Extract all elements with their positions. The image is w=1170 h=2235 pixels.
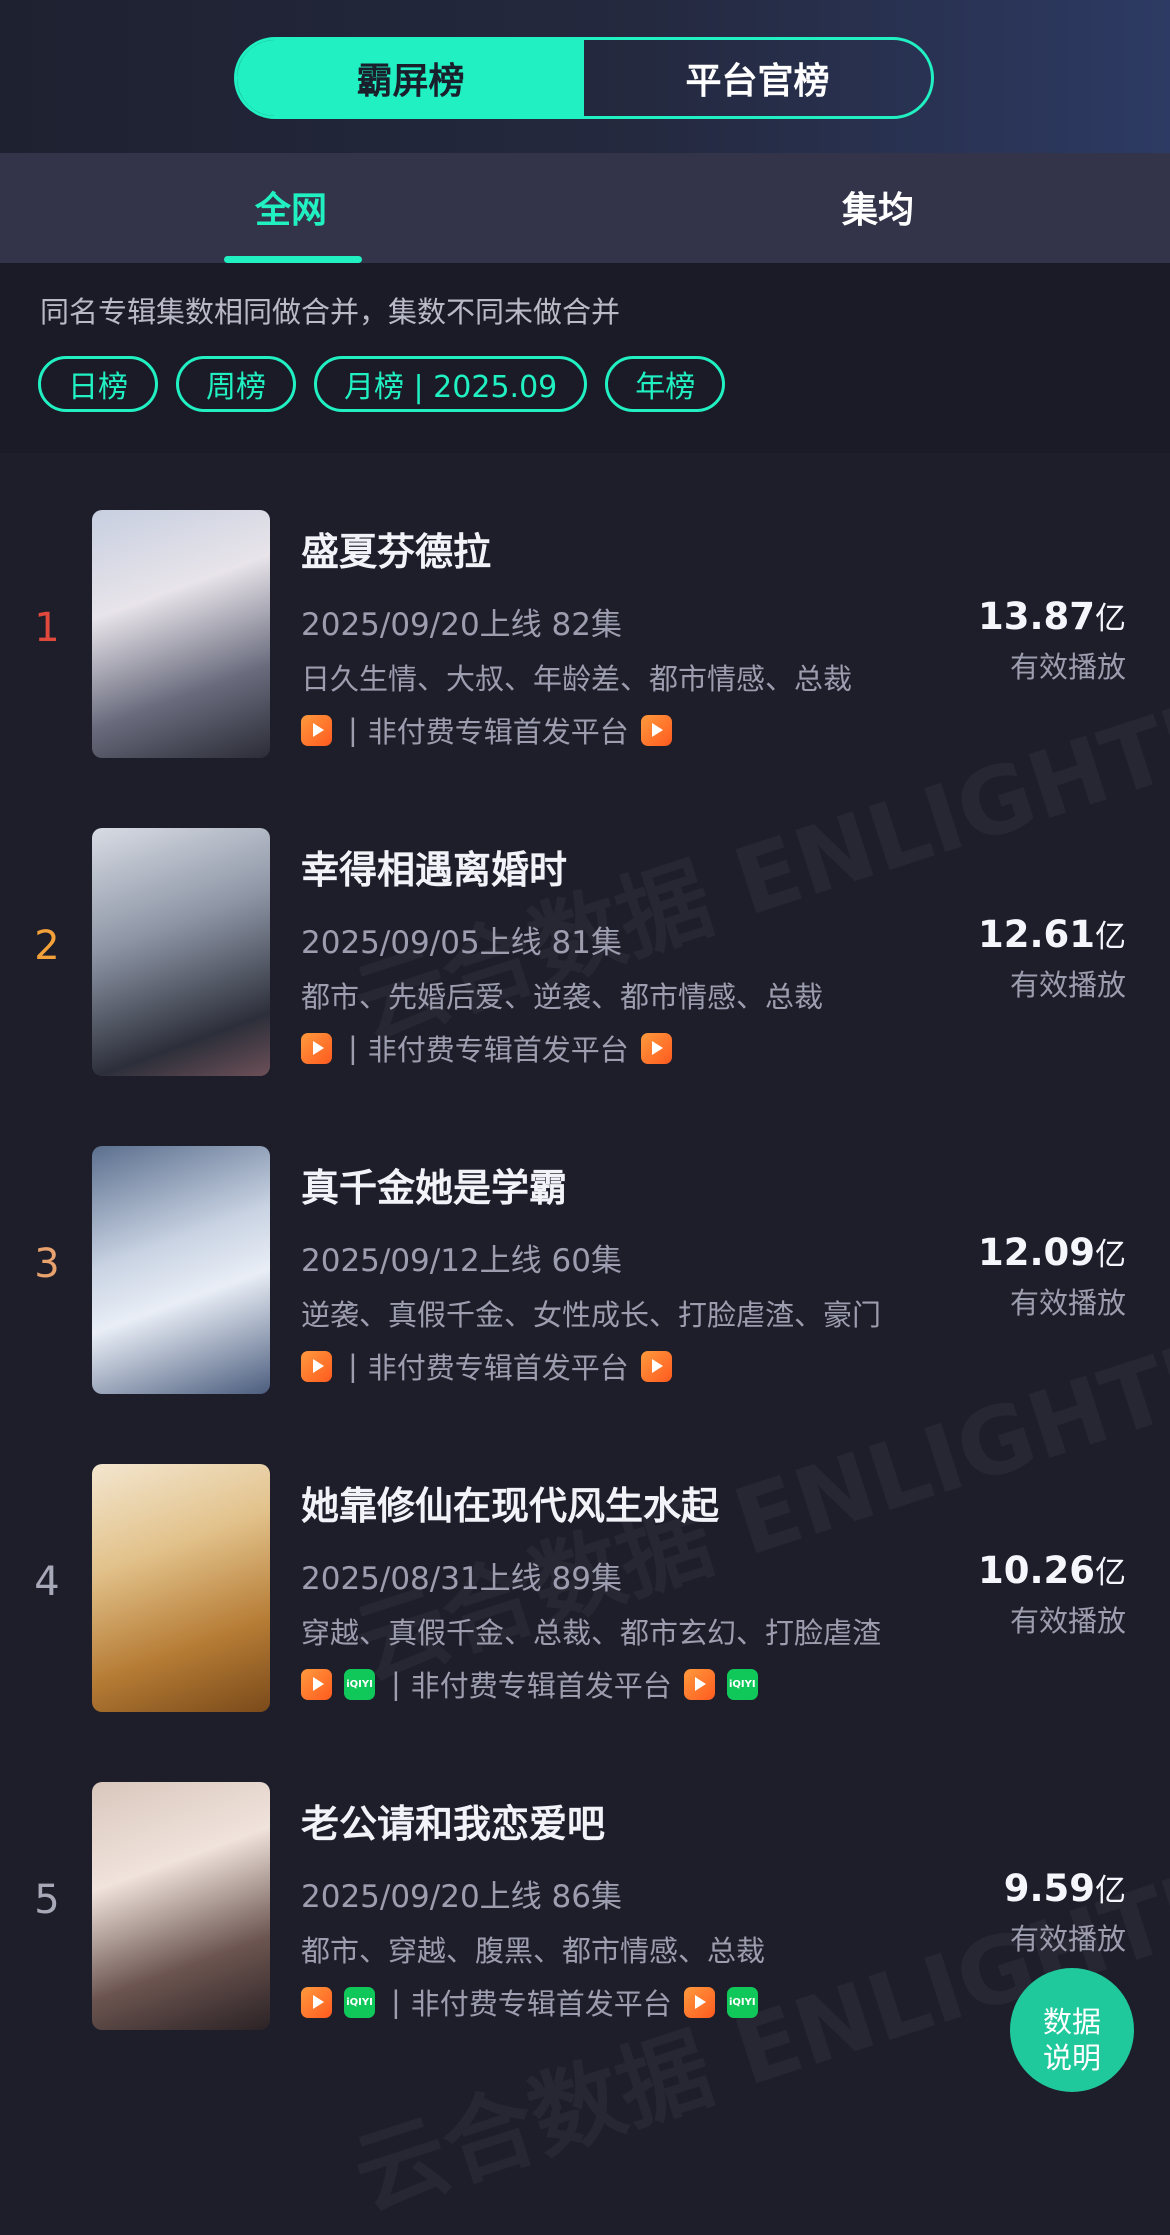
orange-play-icon: [640, 1032, 672, 1064]
platform-label: 非付费专辑首发平台: [367, 1033, 629, 1067]
play-count-unit: 亿: [1095, 919, 1126, 955]
tab-all-network[interactable]: 全网: [255, 181, 327, 233]
top-bar: 霸屏榜 平台官榜: [0, 0, 1170, 153]
play-count-label: 有效播放: [1009, 650, 1126, 684]
orange-play-icon: [683, 1986, 715, 2018]
play-count: 10.26亿有效播放: [978, 1547, 1126, 1640]
rank-number: 5: [34, 1877, 60, 1923]
tab-per-episode[interactable]: 集均: [842, 181, 914, 233]
play-count-value: 9.59: [1003, 1867, 1095, 1910]
play-count-unit: 亿: [1095, 1237, 1126, 1273]
play-count-unit: 亿: [1095, 601, 1126, 637]
poster-image[interactable]: [92, 1146, 270, 1394]
drama-title[interactable]: 她靠修仙在现代风生水起: [301, 1475, 719, 1530]
release-info: 2025/09/12上线 60集: [301, 1243, 622, 1279]
iqiyi-icon: iQIYI: [726, 1668, 758, 1700]
tab-bar: 全网 集均: [0, 153, 1170, 263]
platform-info: | 非付费专辑首发平台: [301, 1345, 684, 1387]
play-count-value: 12.61: [977, 913, 1095, 956]
release-info: 2025/09/20上线 82集: [301, 607, 622, 643]
drama-title[interactable]: 真千金她是学霸: [301, 1157, 567, 1212]
ranking-row[interactable]: 5 老公请和我恋爱吧 2025/09/20上线 86集都市、穿越、腹黑、都市情感、总…: [0, 1725, 1170, 2030]
genre-tags: 都市、穿越、腹黑、都市情感、总裁: [301, 1934, 766, 1968]
play-count-value: 12.09: [977, 1231, 1095, 1274]
separator: |: [391, 1985, 401, 2019]
iqiyi-icon: iQIYI: [726, 1986, 758, 2018]
orange-play-icon: [301, 1350, 332, 1382]
filter-area: 同名专辑集数相同做合并，集数不同未做合并 日榜 周榜 月榜 | 2025.09 …: [0, 263, 1170, 453]
data-explanation-button[interactable]: 数据 说明: [1010, 1968, 1134, 2092]
orange-play-icon: [640, 714, 672, 746]
play-count: 9.59亿有效播放: [1004, 1865, 1126, 1958]
merge-note: 同名专辑集数相同做合并，集数不同未做合并: [40, 295, 621, 329]
segment-bapin[interactable]: 霸屏榜: [237, 40, 584, 116]
rank-number: 4: [34, 1559, 60, 1605]
play-count-value: 13.87: [977, 595, 1095, 638]
segment-platform-official[interactable]: 平台官榜: [584, 40, 931, 116]
play-count-label: 有效播放: [1009, 1286, 1126, 1320]
genre-tags: 穿越、真假千金、总裁、都市玄幻、打脸虐渣: [301, 1616, 882, 1650]
fab-label-2: 说明: [1042, 2041, 1101, 2075]
drama-title[interactable]: 盛夏芬德拉: [301, 521, 491, 576]
platform-label: 非付费专辑首发平台: [410, 1987, 672, 2021]
chart-type-switch: 霸屏榜 平台官榜: [234, 37, 934, 119]
rank-number: 2: [34, 923, 60, 969]
orange-play-icon: [640, 1350, 672, 1382]
ranking-row[interactable]: 2 幸得相遇离婚时 2025/09/05上线 81集都市、先婚后爱、逆袭、都市情感、…: [0, 771, 1170, 1076]
release-info: 2025/09/20上线 86集: [301, 1879, 622, 1915]
pill-monthly[interactable]: 月榜 | 2025.09: [314, 356, 588, 412]
platform-label: 非付费专辑首发平台: [410, 1669, 672, 1703]
genre-tags: 都市、先婚后爱、逆袭、都市情感、总裁: [301, 980, 824, 1014]
orange-play-icon: [301, 1668, 332, 1700]
platform-info: iQIYI | 非付费专辑首发平台 iQIYI: [301, 1663, 770, 1705]
play-count-unit: 亿: [1095, 1873, 1126, 1909]
iqiyi-icon: iQIYI: [344, 1668, 375, 1700]
pill-weekly[interactable]: 周榜: [176, 356, 296, 412]
genre-tags: 日久生情、大叔、年龄差、都市情感、总裁: [301, 662, 853, 696]
poster-image[interactable]: [92, 828, 270, 1076]
separator: |: [348, 1349, 358, 1383]
rank-number: 3: [34, 1241, 60, 1287]
rank-number: 1: [34, 605, 60, 651]
pill-daily[interactable]: 日榜: [38, 356, 158, 412]
pill-yearly[interactable]: 年榜: [605, 356, 726, 412]
poster-image[interactable]: [92, 510, 270, 758]
tab-active-indicator: [224, 256, 362, 263]
ranking-row[interactable]: 3 真千金她是学霸 2025/09/12上线 60集逆袭、真假千金、女性成长、打脸虐…: [0, 1089, 1170, 1394]
separator: |: [348, 1031, 358, 1065]
platform-info: iQIYI | 非付费专辑首发平台 iQIYI: [301, 1981, 770, 2023]
orange-play-icon: [301, 1032, 332, 1064]
play-count-value: 10.26: [977, 1549, 1095, 1592]
release-info: 2025/09/05上线 81集: [301, 925, 622, 961]
play-count-unit: 亿: [1095, 1555, 1126, 1591]
drama-title[interactable]: 幸得相遇离婚时: [301, 839, 567, 894]
play-count-label: 有效播放: [1009, 1604, 1126, 1638]
play-count: 13.87亿有效播放: [978, 593, 1126, 686]
platform-info: | 非付费专辑首发平台: [301, 1027, 684, 1069]
iqiyi-icon: iQIYI: [344, 1986, 375, 2018]
period-filter: 日榜 周榜 月榜 | 2025.09 年榜: [38, 356, 726, 412]
orange-play-icon: [301, 1986, 332, 2018]
play-count-label: 有效播放: [1009, 1922, 1126, 1956]
play-count: 12.61亿有效播放: [978, 911, 1126, 1004]
ranking-row[interactable]: 1 盛夏芬德拉 2025/09/20上线 82集日久生情、大叔、年龄差、都市情感、总…: [0, 453, 1170, 758]
play-count-label: 有效播放: [1009, 968, 1126, 1002]
drama-title[interactable]: 老公请和我恋爱吧: [301, 1793, 605, 1848]
separator: |: [391, 1667, 401, 1701]
ranking-row[interactable]: 4 她靠修仙在现代风生水起 2025/08/31上线 89集穿越、真假千金、总裁、都…: [0, 1407, 1170, 1712]
fab-label-1: 数据: [1042, 2005, 1101, 2039]
platform-info: | 非付费专辑首发平台: [301, 709, 684, 751]
genre-tags: 逆袭、真假千金、女性成长、打脸虐渣、豪门: [301, 1298, 882, 1332]
release-info: 2025/08/31上线 89集: [301, 1561, 622, 1597]
poster-image[interactable]: [92, 1782, 270, 2030]
platform-label: 非付费专辑首发平台: [367, 715, 629, 749]
poster-image[interactable]: [92, 1464, 270, 1712]
orange-play-icon: [683, 1668, 715, 1700]
orange-play-icon: [301, 714, 332, 746]
separator: |: [348, 713, 358, 747]
play-count: 12.09亿有效播放: [978, 1229, 1126, 1322]
platform-label: 非付费专辑首发平台: [367, 1351, 629, 1385]
